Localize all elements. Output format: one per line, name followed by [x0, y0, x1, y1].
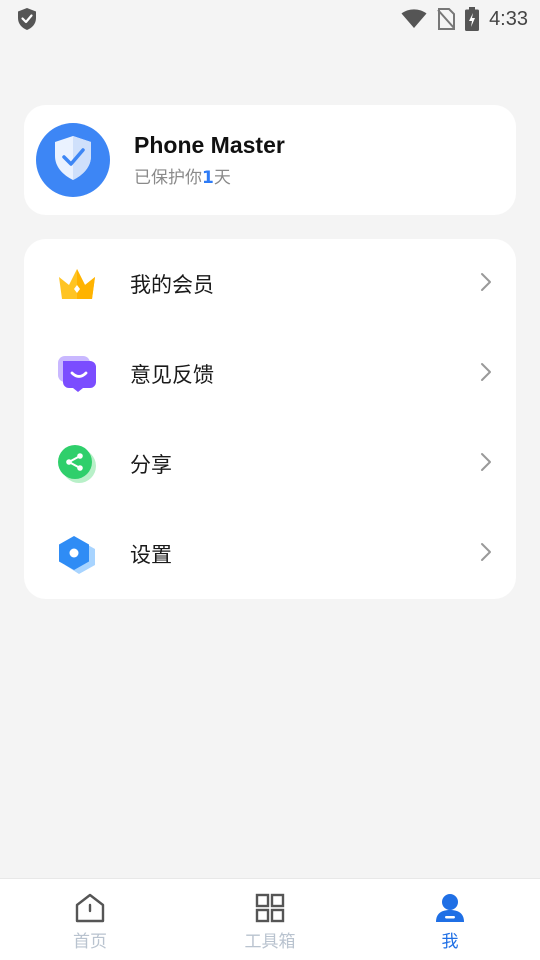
tab-home[interactable]: 首页 [0, 879, 180, 960]
wifi-icon [401, 9, 427, 29]
menu-label: 设置 [130, 543, 172, 567]
crown-icon [56, 263, 98, 305]
menu-card: 我的会员 意见反馈 分享 设置 [24, 239, 516, 599]
protected-prefix: 已保护你 [134, 168, 202, 188]
shield-check-icon [16, 7, 38, 31]
protected-days-text: 已保护你1天 [134, 163, 285, 188]
bottom-nav: 首页 工具箱 我 [0, 878, 540, 960]
chevron-right-icon [480, 362, 492, 386]
chevron-right-icon [480, 452, 492, 476]
menu-label: 意见反馈 [130, 363, 214, 387]
menu-label: 分享 [130, 453, 172, 477]
protected-suffix: 天 [213, 168, 231, 188]
tab-label: 首页 [73, 932, 107, 952]
shield-check-icon [51, 134, 95, 186]
profile-text: Phone Master 已保护你1天 [134, 132, 285, 188]
grid-icon [255, 893, 285, 923]
battery-charging-icon [465, 7, 480, 31]
chevron-right-icon [480, 272, 492, 296]
menu-item-share[interactable]: 分享 [24, 419, 516, 509]
menu-item-membership[interactable]: 我的会员 [24, 239, 516, 329]
chevron-right-icon [480, 542, 492, 566]
home-icon [74, 893, 106, 923]
share-icon [56, 443, 98, 485]
app-name: Phone Master [134, 132, 285, 158]
menu-item-feedback[interactable]: 意见反馈 [24, 329, 516, 419]
feedback-icon [56, 353, 98, 395]
status-right: 4:33 [401, 7, 528, 31]
avatar [36, 123, 110, 197]
protected-days-count: 1 [202, 168, 214, 188]
profile-card: Phone Master 已保护你1天 [24, 105, 516, 215]
tab-label: 我 [441, 932, 459, 952]
menu-item-settings[interactable]: 设置 [24, 509, 516, 599]
settings-icon [56, 533, 98, 575]
status-time: 4:33 [489, 7, 528, 30]
tab-toolbox[interactable]: 工具箱 [180, 879, 360, 960]
person-icon [435, 893, 465, 923]
no-sim-icon [437, 8, 456, 30]
tab-label: 工具箱 [244, 932, 296, 952]
menu-label: 我的会员 [130, 273, 214, 297]
status-bar: 4:33 [0, 0, 540, 38]
tab-me[interactable]: 我 [360, 879, 540, 960]
